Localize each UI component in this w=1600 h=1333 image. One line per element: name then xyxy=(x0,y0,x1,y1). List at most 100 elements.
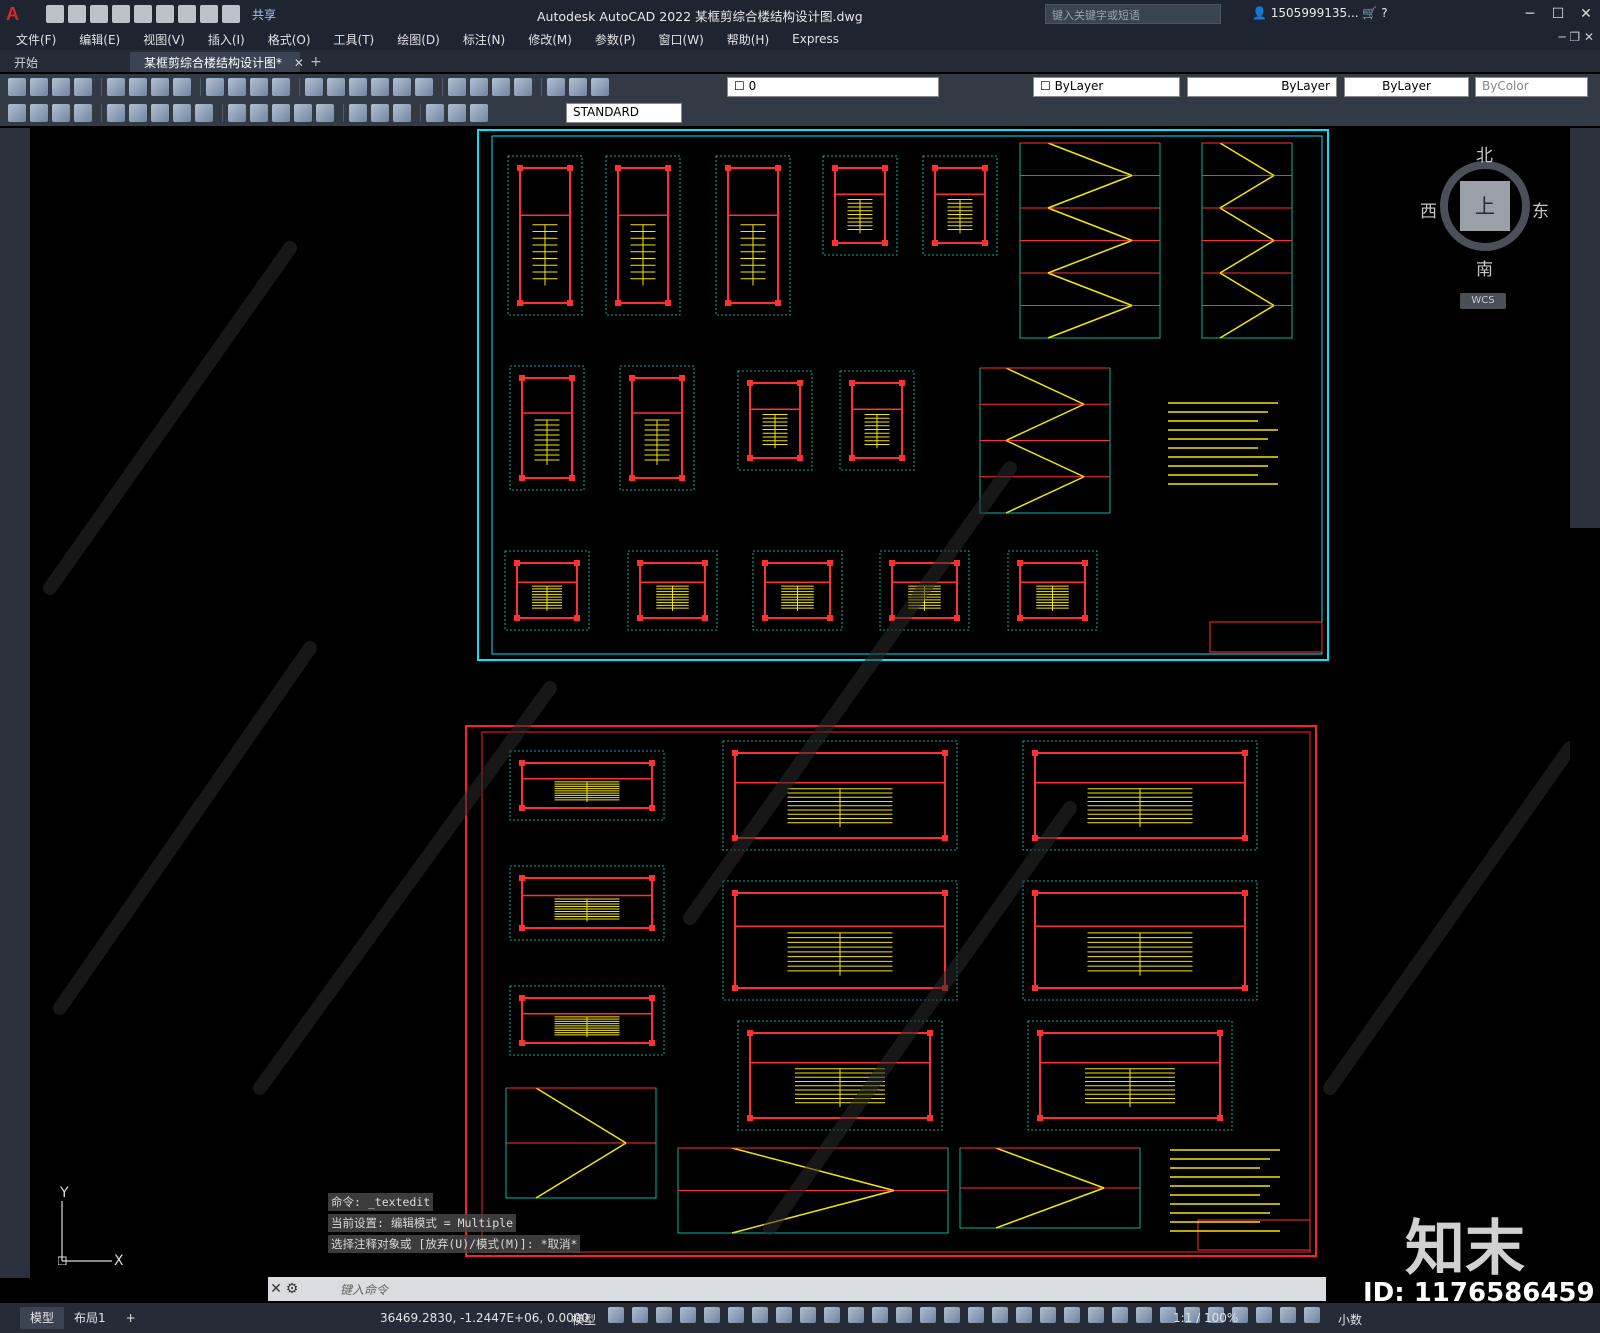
autocad-logo-icon[interactable]: A xyxy=(6,2,32,26)
tool-icon[interactable] xyxy=(52,104,70,122)
search-input[interactable]: 键入关键字或短语 xyxy=(1045,4,1221,24)
tool-icon[interactable] xyxy=(1064,1307,1080,1323)
tool-icon[interactable] xyxy=(393,78,411,96)
tool-icon[interactable] xyxy=(151,104,169,122)
tool-icon[interactable] xyxy=(316,104,334,122)
help-icon[interactable]: ? xyxy=(1381,6,1387,20)
command-customize-icon[interactable]: ⚙ xyxy=(284,1281,300,1297)
document-window-controls[interactable]: ─ ❐ ✕ xyxy=(1558,30,1594,44)
menu-item[interactable]: 修改(M) xyxy=(528,31,572,48)
compass-south[interactable]: 南 xyxy=(1476,255,1493,280)
viewcube[interactable]: 上 北 南 东 西 xyxy=(1420,145,1549,280)
menu-item[interactable]: 工具(T) xyxy=(334,31,375,48)
tool-icon[interactable] xyxy=(173,78,191,96)
tool-icon[interactable] xyxy=(349,104,367,122)
tool-icon[interactable] xyxy=(1280,1307,1296,1323)
tool-icon[interactable] xyxy=(872,1307,888,1323)
coordinate-readout[interactable]: 36469.2830, -1.2447E+06, 0.0000 xyxy=(380,1311,589,1325)
tool-icon[interactable] xyxy=(492,78,510,96)
tool-icon[interactable] xyxy=(728,1307,744,1323)
drawing-canvas[interactable] xyxy=(30,128,1570,1278)
menu-item[interactable]: 窗口(W) xyxy=(659,31,704,48)
minimize-icon[interactable]: ─ xyxy=(1516,0,1544,28)
new-icon[interactable] xyxy=(46,5,64,23)
tool-icon[interactable] xyxy=(1088,1307,1104,1323)
tool-icon[interactable] xyxy=(294,104,312,122)
tool-icon[interactable] xyxy=(327,78,345,96)
plotstyle-dropdown[interactable]: ByColor xyxy=(1475,77,1588,97)
tool-icon[interactable] xyxy=(74,78,92,96)
tool-icon[interactable] xyxy=(272,104,290,122)
tool-icon[interactable] xyxy=(896,1307,912,1323)
tool-icon[interactable] xyxy=(195,104,213,122)
tool-icon[interactable] xyxy=(349,78,367,96)
tool-icon[interactable] xyxy=(415,78,433,96)
model-space-toggle[interactable]: 模型 xyxy=(572,1311,596,1328)
tool-icon[interactable] xyxy=(704,1307,720,1323)
menu-item[interactable]: 帮助(H) xyxy=(727,31,769,48)
tool-icon[interactable] xyxy=(752,1307,768,1323)
tool-icon[interactable] xyxy=(1256,1307,1272,1323)
menu-item[interactable]: 插入(I) xyxy=(208,31,245,48)
command-input[interactable]: 键入命令 xyxy=(340,1281,388,1298)
tool-icon[interactable] xyxy=(776,1307,792,1323)
tool-icon[interactable] xyxy=(8,78,26,96)
tool-icon[interactable] xyxy=(228,104,246,122)
tool-icon[interactable] xyxy=(74,104,92,122)
annotation-scale[interactable]: 1:1 / 100% xyxy=(1173,1311,1238,1325)
tool-icon[interactable] xyxy=(680,1307,696,1323)
menu-item[interactable]: Express xyxy=(792,32,839,46)
redo-icon[interactable] xyxy=(222,5,240,23)
tool-icon[interactable] xyxy=(656,1307,672,1323)
tool-icon[interactable] xyxy=(30,78,48,96)
compass-east[interactable]: 东 xyxy=(1532,197,1549,222)
tool-icon[interactable] xyxy=(547,78,565,96)
tool-icon[interactable] xyxy=(824,1307,840,1323)
tool-icon[interactable] xyxy=(129,104,147,122)
linetype-dropdown[interactable]: ByLayer xyxy=(1187,77,1337,97)
menu-item[interactable]: 格式(O) xyxy=(268,31,311,48)
layer-dropdown[interactable]: ☐ 0 xyxy=(727,77,939,97)
add-tab-icon[interactable]: + xyxy=(300,52,332,72)
tool-icon[interactable] xyxy=(591,78,609,96)
open-icon[interactable] xyxy=(68,5,86,23)
tool-icon[interactable] xyxy=(569,78,587,96)
tool-icon[interactable] xyxy=(968,1307,984,1323)
user-account[interactable]: 👤 1505999135... 🛒 ? xyxy=(1252,6,1388,20)
tool-icon[interactable] xyxy=(393,104,411,122)
tool-icon[interactable] xyxy=(470,104,488,122)
tool-icon[interactable] xyxy=(848,1307,864,1323)
tool-icon[interactable] xyxy=(8,104,26,122)
tool-icon[interactable] xyxy=(426,104,444,122)
share-button[interactable]: 共享 xyxy=(252,6,276,23)
tool-icon[interactable] xyxy=(305,78,323,96)
menu-item[interactable]: 视图(V) xyxy=(143,31,185,48)
publish-icon[interactable] xyxy=(156,5,174,23)
tool-icon[interactable] xyxy=(371,104,389,122)
tool-icon[interactable] xyxy=(448,78,466,96)
export-icon[interactable] xyxy=(134,5,152,23)
close-icon[interactable]: ✕ xyxy=(1572,0,1600,28)
tool-icon[interactable] xyxy=(920,1307,936,1323)
undo-icon[interactable] xyxy=(200,5,218,23)
tool-icon[interactable] xyxy=(1304,1307,1320,1323)
tool-icon[interactable] xyxy=(52,78,70,96)
command-line[interactable]: ✕ ⚙ 键入命令 xyxy=(268,1277,1326,1301)
tool-icon[interactable] xyxy=(1040,1307,1056,1323)
text-style-dropdown[interactable]: STANDARD xyxy=(566,103,682,123)
wcs-menu[interactable]: WCS xyxy=(1460,293,1506,309)
tool-icon[interactable] xyxy=(992,1307,1008,1323)
tool-icon[interactable] xyxy=(470,78,488,96)
tool-icon[interactable] xyxy=(632,1307,648,1323)
tool-icon[interactable] xyxy=(30,104,48,122)
add-layout-icon[interactable]: + xyxy=(116,1307,146,1329)
viewcube-top-face[interactable]: 上 xyxy=(1460,181,1510,231)
tool-icon[interactable] xyxy=(608,1307,624,1323)
tool-icon[interactable] xyxy=(514,78,532,96)
menu-item[interactable]: 绘图(D) xyxy=(397,31,440,48)
tab-layout1[interactable]: 布局1 xyxy=(64,1307,116,1329)
menu-item[interactable]: 标注(N) xyxy=(463,31,505,48)
plot-icon[interactable] xyxy=(178,5,196,23)
menu-item[interactable]: 参数(P) xyxy=(595,31,636,48)
tab-start[interactable]: 开始 xyxy=(0,52,130,72)
